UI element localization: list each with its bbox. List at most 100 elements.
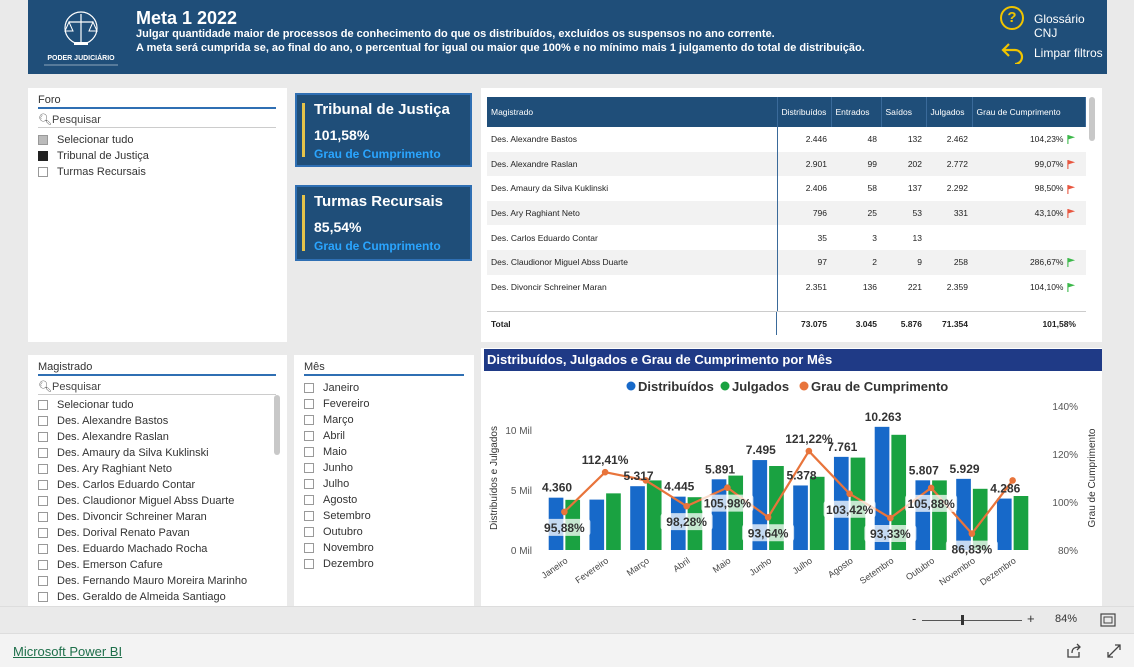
bar-distribuidos[interactable] [956, 478, 971, 550]
share-icon[interactable] [1066, 643, 1082, 659]
bar-distribuidos[interactable] [589, 499, 605, 550]
point-grau[interactable] [805, 447, 813, 455]
fullscreen-icon[interactable] [1106, 643, 1122, 659]
data-label-grau: 93,33% [870, 527, 911, 541]
cell-sai: 221 [907, 281, 922, 292]
point-grau[interactable] [927, 484, 935, 492]
mes-option[interactable]: Janeiro [304, 380, 464, 396]
table-row[interactable]: Des. Amaury da Silva Kuklinski 2.406 58 137… [487, 176, 1086, 201]
bar-julgados[interactable] [646, 480, 662, 550]
col-header-distribuidos[interactable]: Distribuídos [777, 97, 832, 127]
cell-ent: 99 [867, 158, 877, 169]
search-icon: 🔍︎ [38, 114, 52, 126]
point-grau[interactable] [601, 468, 609, 476]
mes-option[interactable]: Abril [304, 428, 464, 444]
powerbi-brand-link[interactable]: Microsoft Power BI [13, 644, 122, 659]
zoom-slider-thumb[interactable] [961, 615, 964, 625]
magistrado-option[interactable]: Des. Alexandre Bastos [38, 413, 277, 429]
mes-option[interactable]: Novembro [304, 540, 464, 556]
card-title: Tribunal de Justiça [314, 101, 450, 118]
y2-tick-label: 140% [1052, 402, 1078, 413]
point-grau[interactable] [968, 530, 976, 537]
checkbox-icon [304, 463, 314, 473]
table-scrollbar[interactable] [1089, 97, 1095, 141]
bar-distribuidos[interactable] [996, 498, 1012, 550]
glossario-link[interactable]: Glossário CNJ [1034, 12, 1107, 40]
zoom-slider[interactable] [922, 620, 1022, 621]
table-row[interactable]: Des. Carlos Eduardo Contar 35 3 13 [487, 225, 1086, 250]
foro-option-selecionar-tudo[interactable]: Selecionar tudo [38, 132, 277, 148]
mes-option[interactable]: Outubro [304, 524, 464, 540]
magistrado-option[interactable]: Des. Amaury da Silva Kuklinski [38, 445, 277, 461]
mes-option[interactable]: Setembro [304, 508, 464, 524]
point-grau[interactable] [846, 490, 853, 498]
magistrado-option[interactable]: Des. Alexandre Raslan [38, 429, 277, 445]
card-value: 101,58% [314, 127, 370, 143]
mes-option[interactable]: Março [304, 412, 464, 428]
data-label-distribuidos: 5.891 [705, 462, 735, 476]
checkbox-icon [38, 528, 48, 538]
mes-option[interactable]: Dezembro [304, 556, 464, 572]
magistrado-option[interactable]: Des. Ary Raghiant Neto [38, 461, 277, 477]
table-row[interactable]: Des. Alexandre Bastos 2.446 48 132 2.462 104,… [487, 127, 1086, 152]
legend-marker[interactable] [720, 381, 730, 391]
table-row[interactable]: Des. Ary Raghiant Neto 796 25 53 331 43,10% [487, 200, 1086, 226]
checkbox-icon [38, 167, 48, 177]
limpar-filtros-button[interactable]: Limpar filtros [1034, 46, 1103, 60]
mes-option[interactable]: Maio [304, 444, 464, 460]
undo-icon[interactable] [1000, 40, 1026, 64]
mes-option[interactable]: Fevereiro [304, 396, 464, 412]
cell-grau: 99,07% [1034, 158, 1064, 169]
magistrado-option[interactable]: Des. Dorival Renato Pavan [38, 525, 277, 541]
col-header-entrados[interactable]: Entrados [831, 97, 882, 127]
point-grau[interactable] [561, 508, 568, 516]
checkbox-icon [38, 400, 48, 410]
legend-marker[interactable] [626, 381, 636, 391]
bar-distribuidos[interactable] [630, 486, 645, 550]
zoom-out-button[interactable]: - [912, 611, 916, 626]
table-row[interactable]: Des. Alexandre Raslan 2.901 99 202 2.772 99,0… [487, 151, 1086, 177]
col-header-julgados[interactable]: Julgados [926, 97, 973, 127]
bar-julgados[interactable] [606, 493, 621, 550]
x-tick-label: Maio [711, 555, 733, 574]
bar-julgados[interactable] [809, 476, 825, 550]
magistrado-option[interactable]: Des. Divoncir Schreiner Maran [38, 509, 277, 525]
magistrado-option[interactable]: Des. Claudionor Miguel Abss Duarte [38, 493, 277, 509]
mes-option[interactable]: Agosto [304, 492, 464, 508]
legend-marker[interactable] [799, 381, 809, 391]
magistrado-option[interactable]: Des. Eduardo Machado Rocha [38, 541, 277, 557]
fit-to-page-icon[interactable] [1100, 613, 1116, 627]
mes-option[interactable]: Julho [304, 476, 464, 492]
flag-icon [1066, 135, 1075, 145]
data-label-grau: 86,83% [952, 543, 993, 557]
flag-icon [1066, 160, 1075, 170]
magistrado-option-selecionar-tudo[interactable]: Selecionar tudo [38, 397, 277, 413]
checkbox-icon [304, 479, 314, 489]
point-grau[interactable] [887, 514, 894, 522]
cell-dist: 2.446 [805, 134, 827, 145]
table-row[interactable]: Des. Claudionor Miguel Abss Duarte 97 2 9 25… [487, 249, 1086, 275]
magistrado-option[interactable]: Des. Fernando Mauro Moreira Marinho [38, 573, 277, 589]
col-header-grau[interactable]: Grau de Cumprimento [972, 97, 1086, 127]
point-grau[interactable] [764, 513, 772, 521]
magistrado-search-input[interactable]: 🔍︎ Pesquisar [38, 379, 276, 395]
mes-option[interactable]: Junho [304, 460, 464, 476]
bar-julgados[interactable] [728, 475, 744, 550]
col-header-saidos[interactable]: Saídos [881, 97, 927, 127]
table-row[interactable]: Des. Divoncir Schreiner Maran 2.351 136 221… [487, 274, 1086, 300]
bar-distribuidos[interactable] [793, 485, 808, 550]
magistrado-scrollbar[interactable] [274, 395, 280, 455]
foro-option-turmas[interactable]: Turmas Recursais [38, 164, 277, 180]
point-grau[interactable] [724, 484, 731, 491]
foro-option-tribunal[interactable]: Tribunal de Justiça [38, 148, 277, 164]
help-icon[interactable]: ? [1000, 6, 1024, 30]
foro-search-input[interactable]: 🔍︎ Pesquisar [38, 112, 276, 128]
zoom-in-button[interactable]: + [1027, 611, 1035, 626]
col-header-magistrado[interactable]: Magistrado [487, 97, 778, 127]
bar-julgados[interactable] [1013, 496, 1029, 550]
magistrado-option[interactable]: Des. Emerson Cafure [38, 557, 277, 573]
magistrado-option[interactable]: Des. Geraldo de Almeida Santiago [38, 589, 277, 605]
magistrado-option[interactable]: Des. Carlos Eduardo Contar [38, 477, 277, 493]
checkbox-icon [38, 512, 48, 522]
point-grau[interactable] [683, 502, 690, 510]
